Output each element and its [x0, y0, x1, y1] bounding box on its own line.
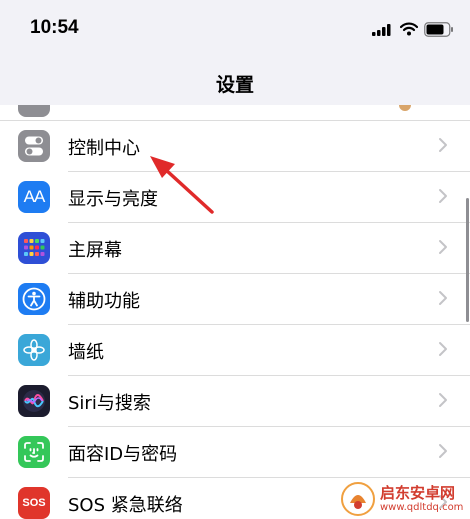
settings-item-label: 墙纸	[68, 342, 104, 363]
face-id-icon	[18, 436, 50, 468]
settings-item-face-id-passcode[interactable]: 面容ID与密码	[0, 427, 470, 478]
accessibility-icon	[18, 283, 50, 315]
notification-badge	[399, 105, 411, 111]
siri-icon	[18, 385, 50, 417]
wallpaper-icon	[18, 334, 50, 366]
page-title: 设置	[215, 74, 254, 96]
home-screen-icon	[18, 232, 50, 264]
chevron-right-icon	[439, 189, 447, 203]
settings-item-label: 控制中心	[68, 138, 140, 159]
settings-item-wallpaper[interactable]: 墙纸	[0, 325, 470, 376]
icon-glyph: SOS	[22, 497, 46, 509]
control-center-icon	[18, 130, 50, 162]
chevron-right-icon	[439, 393, 447, 407]
settings-item-siri-search[interactable]: Siri与搜索	[0, 376, 470, 427]
settings-item-label: 辅助功能	[68, 291, 140, 312]
settings-item-label: 面容ID与密码	[68, 444, 178, 465]
settings-item-control-center[interactable]: 控制中心	[0, 121, 470, 172]
settings-item-label: SOS 紧急联络	[68, 495, 183, 516]
watermark-name: 启东安卓网	[380, 483, 456, 502]
watermark-url: www.qdltdq.com	[380, 501, 464, 513]
chevron-right-icon	[439, 444, 447, 458]
status-time: 10:54	[30, 17, 79, 38]
chevron-right-icon	[439, 342, 447, 356]
settings-item-label: 主屏幕	[68, 240, 122, 261]
chevron-right-icon	[439, 291, 447, 305]
icon-glyph: AA	[23, 187, 46, 206]
battery-icon	[424, 22, 453, 37]
wifi-icon	[400, 22, 418, 36]
chevron-right-icon	[439, 240, 447, 254]
settings-item-accessibility[interactable]: 辅助功能	[0, 274, 470, 325]
settings-item-display-brightness[interactable]: AA 显示与亮度	[0, 172, 470, 223]
status-bar: 10:54	[0, 0, 470, 62]
settings-item-label: Siri与搜索	[68, 393, 151, 414]
settings-list: 控制中心 AA 显示与亮度 主屏幕 辅助功能 墙纸 Siri与搜索 面容ID与密…	[0, 105, 470, 519]
partial-app-icon	[18, 105, 50, 117]
scroll-indicator[interactable]	[466, 198, 469, 322]
display-brightness-icon: AA	[18, 181, 50, 213]
list-item-partial[interactable]	[0, 105, 470, 121]
watermark-logo-icon	[341, 481, 375, 516]
settings-item-label: 显示与亮度	[68, 189, 158, 210]
settings-item-home-screen[interactable]: 主屏幕	[0, 223, 470, 274]
chevron-right-icon	[439, 138, 447, 152]
watermark: 启东安卓网 www.qdltdq.com	[340, 478, 470, 519]
cellular-signal-icon	[372, 24, 391, 36]
sos-icon: SOS	[18, 487, 50, 519]
watermark-text: 启东安卓网 www.qdltdq.com	[380, 484, 463, 514]
